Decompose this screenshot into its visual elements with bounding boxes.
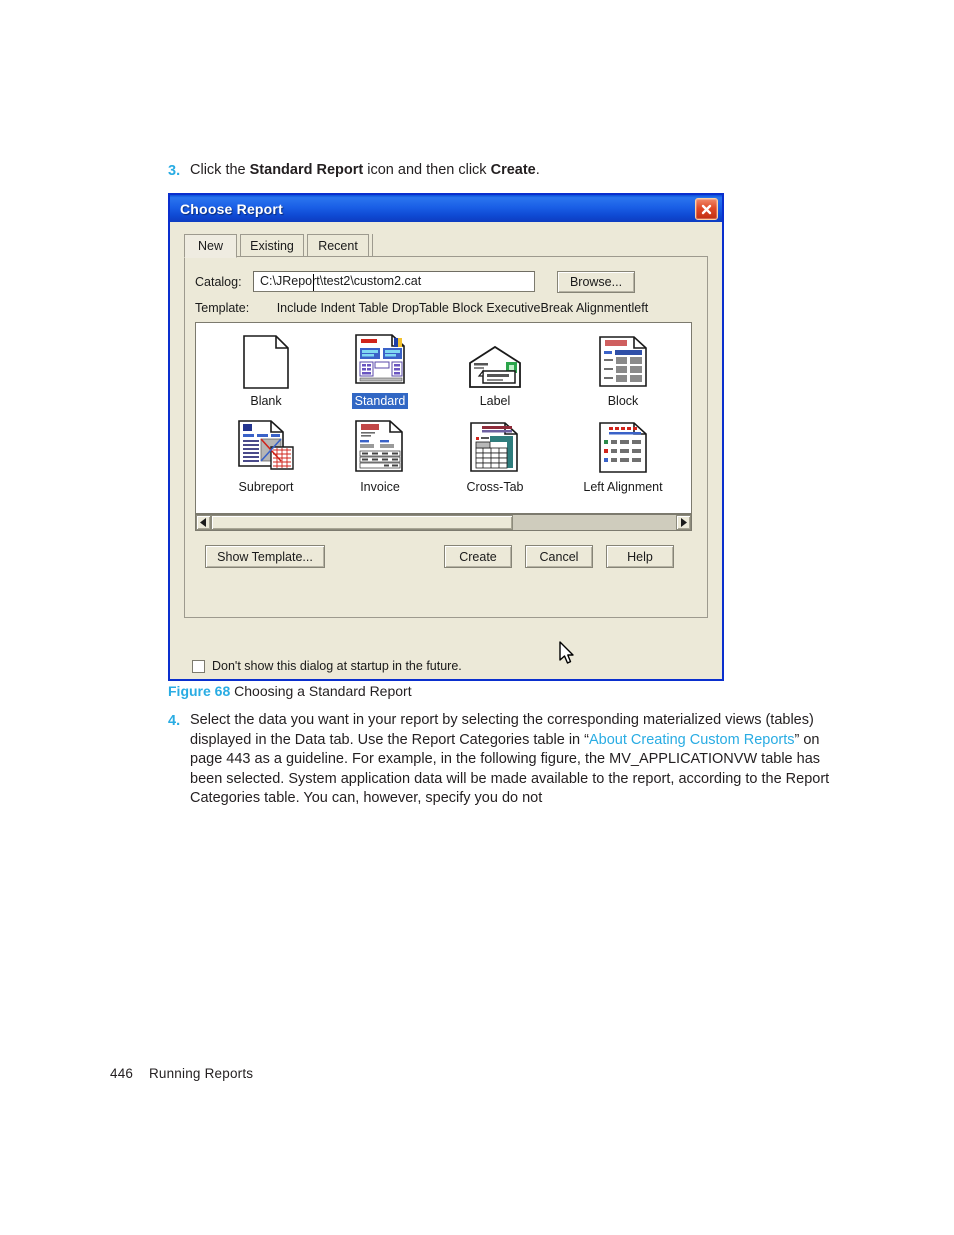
choose-report-dialog: Choose Report New Existing Recent Catalo…: [168, 193, 724, 681]
template-item-cross-tab[interactable]: Cross-Tab: [433, 417, 557, 496]
footer-section-title: Running Reports: [148, 1066, 254, 1081]
step-3-text-part-2: icon and then click: [363, 162, 491, 178]
dialog-titlebar[interactable]: Choose Report: [170, 195, 722, 222]
template-item-blank[interactable]: Blank: [204, 331, 328, 410]
tab-new-label: New: [197, 239, 223, 253]
show-template-button-label: Show Template...: [217, 549, 313, 564]
template-grid: Blank Standard Label Block Subreport Inv…: [196, 323, 691, 513]
template-item-cross-tab-label: Cross-Tab: [466, 480, 524, 494]
template-item-block[interactable]: Block: [548, 331, 698, 410]
blank-page-icon: [204, 331, 328, 389]
chevron-right-icon[interactable]: [676, 515, 691, 530]
template-item-left-alignment-label: Left Alignment: [583, 480, 663, 494]
chevron-left-icon[interactable]: [196, 515, 211, 530]
tab-new[interactable]: New: [184, 234, 237, 258]
tab-strip-divider: [372, 234, 373, 257]
left-alignment-icon: [548, 417, 698, 475]
browse-button[interactable]: Browse...: [557, 271, 635, 293]
step-3: 3. Click the Standard Report icon and th…: [168, 161, 808, 181]
template-row: Template: Include Indent Table DropTable…: [195, 301, 699, 315]
template-listbox[interactable]: Blank Standard Label Block Subreport Inv…: [195, 322, 692, 514]
dialog-body: New Existing Recent Catalog: C:\JReport\…: [170, 222, 722, 679]
template-item-label-label: Label: [479, 394, 511, 408]
scrollbar-thumb[interactable]: [211, 515, 514, 530]
dialog-button-row: Show Template... Create Cancel Help: [195, 545, 699, 569]
new-tab-panel: Catalog: C:\JReport\test2\custom2.cat Br…: [184, 256, 708, 618]
step-3-bold-create: Create: [490, 162, 536, 178]
invoice-icon: [318, 417, 442, 475]
tab-existing[interactable]: Existing: [240, 234, 304, 257]
catalog-row: Catalog: C:\JReport\test2\custom2.cat Br…: [195, 271, 699, 293]
cross-tab-icon: [433, 417, 557, 475]
step-4-number: 4.: [168, 713, 181, 729]
close-icon[interactable]: [695, 198, 718, 220]
template-item-blank-label: Blank: [250, 394, 282, 408]
template-item-standard[interactable]: Standard: [318, 331, 442, 410]
step-3-text: Click the Standard Report icon and then …: [190, 161, 540, 181]
step-3-number: 3.: [168, 163, 181, 179]
step-3-text-part-1: Click the: [190, 162, 250, 178]
mouse-cursor-icon: [559, 641, 577, 672]
text-caret: [313, 274, 314, 291]
step-4-text: Select the data you want in your report …: [190, 711, 848, 809]
document-page: 3. Click the Standard Report icon and th…: [0, 0, 954, 1235]
step-3-text-part-3: .: [535, 162, 540, 178]
cancel-button[interactable]: Cancel: [525, 545, 593, 568]
template-item-invoice-label: Invoice: [360, 480, 400, 494]
template-horizontal-scrollbar[interactable]: [195, 514, 692, 531]
envelope-label-icon: [433, 331, 557, 389]
catalog-input[interactable]: C:\JReport\test2\custom2.cat: [253, 271, 535, 292]
dont-show-dialog-checkbox[interactable]: [192, 659, 205, 673]
dialog-title: Choose Report: [180, 200, 283, 217]
about-creating-custom-reports-link[interactable]: About Creating Custom Reports: [589, 732, 795, 748]
tab-recent-label: Recent: [318, 239, 358, 253]
tab-strip: New Existing Recent: [184, 234, 708, 258]
subreport-icon: [204, 417, 328, 475]
cancel-button-label: Cancel: [539, 549, 579, 564]
template-item-left-alignment[interactable]: Left Alignment: [548, 417, 698, 496]
tab-existing-label: Existing: [250, 239, 294, 253]
figure-caption-text: Choosing a Standard Report: [234, 683, 412, 699]
help-button[interactable]: Help: [606, 545, 674, 568]
help-button-label: Help: [627, 549, 653, 564]
tab-recent[interactable]: Recent: [307, 234, 369, 257]
template-item-standard-label: Standard: [351, 393, 409, 409]
dont-show-dialog-checkbox-row[interactable]: Don't show this dialog at startup in the…: [192, 659, 462, 673]
standard-report-icon: [318, 331, 442, 389]
create-button[interactable]: Create: [444, 545, 512, 568]
scrollbar-track[interactable]: [211, 515, 676, 530]
block-report-icon: [548, 331, 698, 389]
dont-show-dialog-label: Don't show this dialog at startup in the…: [212, 659, 462, 673]
step-4: 4. Select the data you want in your repo…: [168, 711, 848, 809]
show-template-button[interactable]: Show Template...: [205, 545, 325, 568]
template-item-subreport-label: Subreport: [238, 480, 294, 494]
catalog-input-value: C:\JReport\test2\custom2.cat: [260, 274, 422, 288]
browse-button-label: Browse...: [569, 275, 623, 289]
template-item-label[interactable]: Label: [433, 331, 557, 410]
template-value: Include Indent Table DropTable Block Exe…: [276, 301, 649, 315]
figure-caption: Figure 68 Choosing a Standard Report: [168, 683, 412, 699]
template-item-subreport[interactable]: Subreport: [204, 417, 328, 496]
template-label: Template:: [195, 301, 250, 315]
template-item-block-label: Block: [607, 394, 639, 408]
template-item-invoice[interactable]: Invoice: [318, 417, 442, 496]
catalog-label: Catalog:: [195, 275, 242, 289]
figure-caption-label: Figure 68: [168, 683, 231, 699]
footer-page-number: 446: [110, 1066, 134, 1081]
create-button-label: Create: [459, 549, 497, 564]
page-footer: 446 Running Reports: [110, 1066, 253, 1081]
step-3-bold-standard-report: Standard Report: [249, 162, 364, 178]
